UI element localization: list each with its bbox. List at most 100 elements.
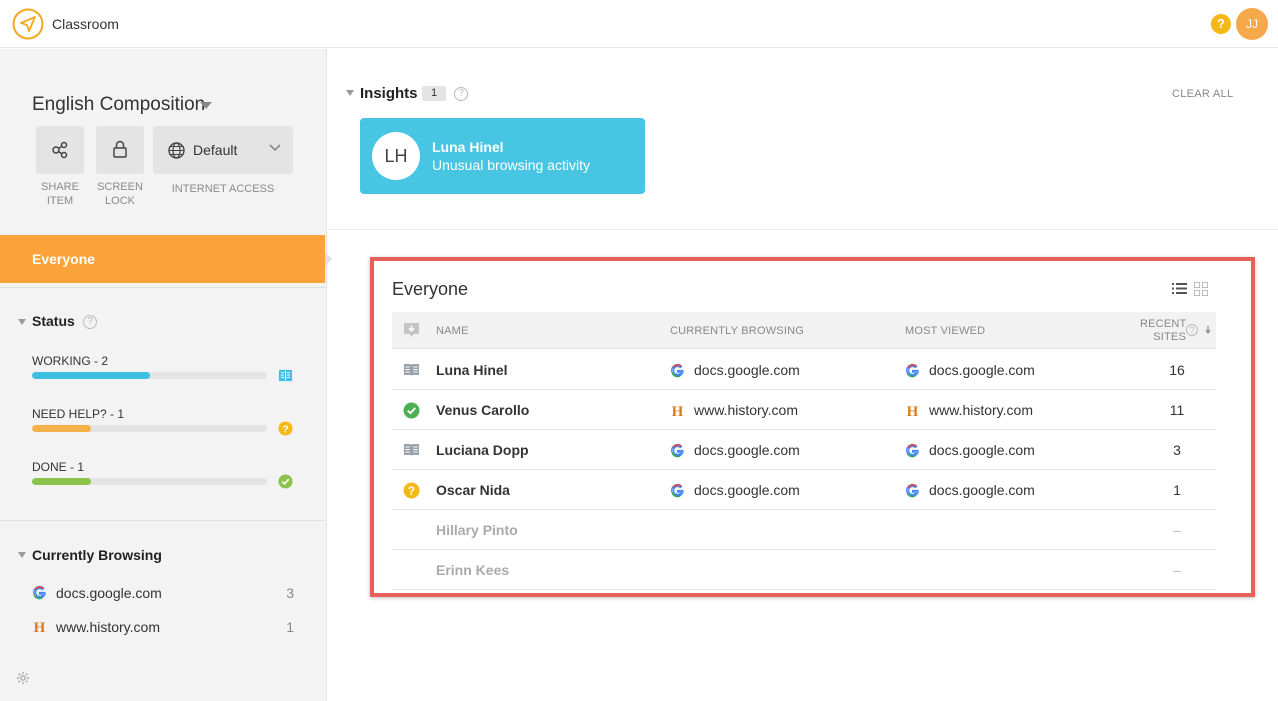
column-name[interactable]: NAME <box>436 325 469 337</box>
clear-all-link[interactable]: CLEAR ALL <box>1172 88 1233 100</box>
site-count: 1 <box>286 619 294 635</box>
screen-lock-label: SCREEN LOCK <box>97 181 143 207</box>
status-need-help-bar-fill <box>32 425 91 432</box>
currently-browsing-site: docs.google.com <box>694 442 800 458</box>
svg-text:?: ? <box>408 485 415 498</box>
insights-heading: Insights <box>360 85 418 102</box>
status-working-label: WORKING - 2 <box>32 354 109 368</box>
table-row[interactable]: Luciana Dopp docs.google.com docs.google.c… <box>392 430 1216 470</box>
table-row[interactable]: ? Oscar Nida docs.google.com docs.google.co… <box>392 470 1216 510</box>
status-working-bar <box>32 372 267 379</box>
table-row[interactable]: Venus Carollo Hwww.history.com Hwww.histor… <box>392 390 1216 430</box>
student-name[interactable]: Hillary Pinto <box>436 522 518 538</box>
status-heading: Status <box>32 313 75 329</box>
column-recent-sites[interactable]: RECENT SITES <box>1140 318 1186 344</box>
help-icon[interactable]: ? <box>1211 14 1231 34</box>
internet-access-value: Default <box>193 142 238 158</box>
history-icon: H <box>670 403 685 421</box>
google-icon <box>670 363 685 381</box>
class-dropdown-icon[interactable] <box>200 102 212 109</box>
share-icon <box>52 141 68 159</box>
student-name[interactable]: Oscar Nida <box>436 482 510 498</box>
app-title: Classroom <box>52 16 119 32</box>
column-most-viewed[interactable]: MOST VIEWED <box>905 325 985 337</box>
svg-text:H: H <box>907 404 919 418</box>
collapse-status-icon[interactable] <box>18 319 26 325</box>
google-icon <box>905 443 920 461</box>
site-name: www.history.com <box>56 619 160 635</box>
gear-icon[interactable] <box>16 671 30 685</box>
table-row[interactable]: Erinn Kees – <box>392 550 1216 590</box>
book-icon <box>403 442 420 463</box>
currently-browsing-site: docs.google.com <box>694 482 800 498</box>
status-need-help-bar <box>32 425 267 432</box>
globe-icon <box>168 142 185 159</box>
classroom-logo-icon[interactable] <box>12 8 44 40</box>
collapse-browsing-icon[interactable] <box>18 552 26 558</box>
divider <box>0 287 325 288</box>
roster-title: Everyone <box>392 279 469 299</box>
google-icon <box>33 585 46 600</box>
recent-sites-count: 3 <box>1173 442 1181 458</box>
history-icon: H <box>905 403 920 421</box>
share-item-button[interactable] <box>36 126 84 174</box>
table-row[interactable]: Luna Hinel docs.google.com docs.google.com… <box>392 350 1216 390</box>
internet-access-label: INTERNET ACCESS <box>171 183 275 195</box>
insight-card[interactable]: LH Luna Hinel Unusual browsing activity <box>360 118 645 194</box>
help-icon: ? <box>278 421 293 436</box>
screen-lock-button[interactable] <box>96 126 144 174</box>
history-icon: H <box>34 620 46 634</box>
currently-browsing-heading: Currently Browsing <box>32 547 162 563</box>
status-help-icon[interactable]: ? <box>83 315 97 329</box>
student-name[interactable]: Erinn Kees <box>436 562 509 578</box>
group-everyone-tab[interactable]: Everyone <box>0 235 325 283</box>
status-done-label: DONE - 1 <box>32 460 85 474</box>
check-icon <box>278 474 293 489</box>
class-title[interactable]: English Composition <box>32 94 205 116</box>
recent-sites-count: 11 <box>1169 402 1185 418</box>
divider <box>0 520 325 521</box>
svg-text:?: ? <box>282 424 288 435</box>
lock-icon <box>113 140 127 158</box>
status-done-bar <box>32 478 267 485</box>
browsing-site-row[interactable]: H www.history.com 1 <box>32 617 294 637</box>
student-avatar: LH <box>372 132 420 180</box>
recent-sites-help-icon[interactable]: ? <box>1186 324 1198 336</box>
most-viewed-site: www.history.com <box>929 402 1033 418</box>
book-icon <box>278 369 293 382</box>
chevron-down-icon <box>269 144 281 152</box>
list-view-icon[interactable] <box>1172 282 1187 295</box>
most-viewed-site: docs.google.com <box>929 442 1035 458</box>
status-working-bar-fill <box>32 372 150 379</box>
table-row[interactable]: Hillary Pinto – <box>392 510 1216 550</box>
insights-count-badge: 1 <box>422 86 446 101</box>
column-currently-browsing[interactable]: CURRENTLY BROWSING <box>670 325 804 337</box>
user-avatar[interactable]: JJ <box>1236 8 1268 40</box>
top-bar: Classroom ? JJ <box>0 0 1278 48</box>
recent-sites-count: 1 <box>1173 482 1181 498</box>
help-icon: ? <box>403 482 420 504</box>
most-viewed-site: docs.google.com <box>929 362 1035 378</box>
collapse-insights-icon[interactable] <box>346 90 354 96</box>
recent-sites-count: 16 <box>1169 362 1185 378</box>
internet-access-dropdown[interactable]: Default <box>153 126 293 174</box>
roster-panel: Everyone NAME CURRENTLY BROWSING MOST VI… <box>370 257 1255 597</box>
recent-sites-count: – <box>1173 522 1181 538</box>
insights-help-icon[interactable]: ? <box>454 87 468 101</box>
divider <box>328 229 1278 230</box>
status-column-icon[interactable] <box>403 322 420 338</box>
share-item-label: SHARE ITEM <box>41 181 79 207</box>
google-icon <box>670 483 685 501</box>
google-icon <box>670 443 685 461</box>
insight-student-name: Luna Hinel <box>432 139 504 155</box>
site-name: docs.google.com <box>56 585 162 601</box>
grid-view-icon[interactable] <box>1194 282 1208 296</box>
browsing-site-row[interactable]: docs.google.com 3 <box>32 583 294 603</box>
student-name[interactable]: Luna Hinel <box>436 362 508 378</box>
svg-text:H: H <box>34 620 46 634</box>
student-name[interactable]: Luciana Dopp <box>436 442 529 458</box>
student-name[interactable]: Venus Carollo <box>436 402 529 418</box>
currently-browsing-site: www.history.com <box>694 402 798 418</box>
sort-down-icon[interactable] <box>1205 326 1211 334</box>
google-icon <box>905 483 920 501</box>
